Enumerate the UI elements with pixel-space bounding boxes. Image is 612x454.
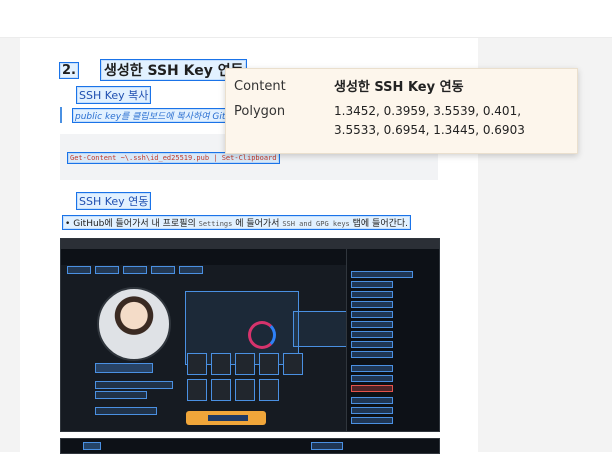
- viewer-toolbar: [0, 0, 612, 38]
- trophy-badge: [259, 379, 279, 401]
- tooltip-polygon-value: 1.3452, 0.3959, 3.5539, 0.401, 3.5533, 0…: [334, 104, 525, 137]
- profile-name-box: [95, 363, 153, 373]
- settings-menu-item[interactable]: [351, 385, 393, 392]
- trophy-badge: [187, 379, 207, 401]
- bullet-code-settings: Settings: [198, 220, 233, 228]
- profile-detail-box: [95, 407, 157, 415]
- github-nav-tabs: [67, 266, 203, 274]
- settings-dropdown-menu: [346, 249, 439, 431]
- inspection-tooltip: Content 생성한 SSH Key 연동 Polygon 1.3452, 0…: [225, 68, 578, 154]
- github-profile-screenshot[interactable]: [60, 238, 440, 432]
- stats-ring: [248, 321, 276, 349]
- settings-label-box: [83, 442, 101, 450]
- trophy-badge: [283, 353, 303, 375]
- subheading-copy-key[interactable]: SSH Key 복사: [76, 86, 152, 104]
- highlight-banner: [186, 411, 266, 425]
- heading-number[interactable]: 2.: [59, 61, 79, 79]
- bullet-text-post: 탭에 들어간다.: [349, 219, 409, 229]
- search-box: [311, 442, 343, 450]
- trophy-badge: [235, 353, 255, 375]
- bullet-code-ssh: SSH and GPG keys: [282, 220, 350, 228]
- bullet-text-mid: 에 들어가서: [232, 219, 283, 229]
- tooltip-polygon-label: Polygon: [234, 104, 286, 119]
- browser-tabbar: [61, 239, 439, 249]
- tooltip-content-value: 생성한 SSH Key 연동: [334, 80, 464, 95]
- profile-detail-box: [95, 391, 147, 399]
- trophy-badge: [187, 353, 207, 375]
- profile-avatar: [97, 287, 171, 361]
- section-heading: 2. 생성한 SSH Key 연동: [59, 59, 248, 81]
- bullet-item[interactable]: • GitHub에 들어가서 내 프로필의 Settings 에 들어가서 SS…: [62, 215, 412, 230]
- trophy-badge: [259, 353, 279, 375]
- tooltip-content-label: Content: [234, 79, 286, 94]
- profile-detail-box: [95, 381, 173, 389]
- bullet-dot: •: [65, 219, 71, 229]
- subheading-link-key[interactable]: SSH Key 연동: [76, 192, 152, 210]
- trophy-badge: [211, 379, 231, 401]
- bullet-text-pre: GitHub에 들어가서 내 프로필의: [73, 219, 199, 229]
- trophy-badge: [211, 353, 231, 375]
- trophy-badge: [235, 379, 255, 401]
